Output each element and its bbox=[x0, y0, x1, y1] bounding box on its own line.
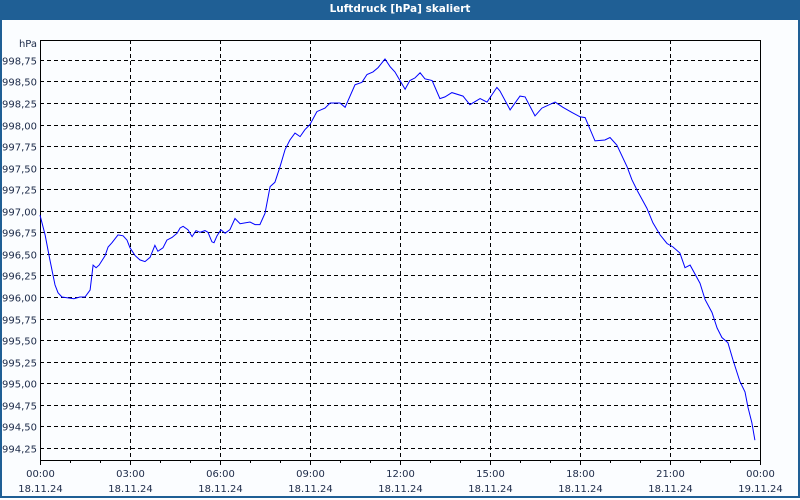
y-tick-label: 997,75 bbox=[2, 143, 37, 154]
x-tick-date-label: 18.11.24 bbox=[198, 484, 243, 495]
y-tick-label: 996,75 bbox=[2, 229, 37, 240]
y-tick-label: 996,00 bbox=[2, 294, 37, 305]
y-tick-label: 998,50 bbox=[2, 78, 37, 89]
y-tick-label: 995,50 bbox=[2, 337, 37, 348]
y-tick-label: 996,50 bbox=[2, 251, 37, 262]
x-tick-time-label: 18:00 bbox=[566, 469, 595, 480]
y-tick-label: 994,50 bbox=[2, 423, 37, 434]
y-tick-label: 998,00 bbox=[2, 122, 37, 133]
x-tick-time-label: 12:00 bbox=[386, 469, 415, 480]
x-tick-time-label: 00:00 bbox=[746, 469, 775, 480]
y-tick-label: 998,25 bbox=[2, 100, 37, 111]
y-tick-label: 994,25 bbox=[2, 445, 37, 456]
x-tick-date-label: 19.11.24 bbox=[738, 484, 783, 495]
x-tick-date-label: 18.11.24 bbox=[558, 484, 603, 495]
x-tick-time-label: 09:00 bbox=[296, 469, 325, 480]
x-tick-date-label: 18.11.24 bbox=[648, 484, 693, 495]
y-tick-label: 995,75 bbox=[2, 316, 37, 327]
x-tick-time-label: 21:00 bbox=[656, 469, 685, 480]
y-tick-label: 997,50 bbox=[2, 165, 37, 176]
y-tick-label: 996,25 bbox=[2, 272, 37, 283]
x-tick-time-label: 00:00 bbox=[26, 469, 55, 480]
y-tick-label: 994,75 bbox=[2, 402, 37, 413]
x-tick-date-label: 18.11.24 bbox=[18, 484, 63, 495]
y-tick-label: 995,25 bbox=[2, 359, 37, 370]
x-tick-date-label: 18.11.24 bbox=[108, 484, 153, 495]
x-tick-date-label: 18.11.24 bbox=[468, 484, 513, 495]
y-axis-unit-label: hPa bbox=[19, 39, 37, 50]
y-tick-label: 997,25 bbox=[2, 186, 37, 197]
x-tick-time-label: 03:00 bbox=[116, 469, 145, 480]
y-tick-label: 998,75 bbox=[2, 57, 37, 68]
pressure-chart: 994,25 994,50 994,75 995,00 995,25 995,50 995,… bbox=[2, 39, 783, 495]
x-tick-date-label: 18.11.24 bbox=[378, 484, 423, 495]
x-tick-time-label: 15:00 bbox=[476, 469, 505, 480]
x-tick-time-label: 06:00 bbox=[206, 469, 235, 480]
x-tick-date-label: 18.11.24 bbox=[288, 484, 333, 495]
y-tick-label: 997,00 bbox=[2, 208, 37, 219]
y-tick-label: 995,00 bbox=[2, 380, 37, 391]
